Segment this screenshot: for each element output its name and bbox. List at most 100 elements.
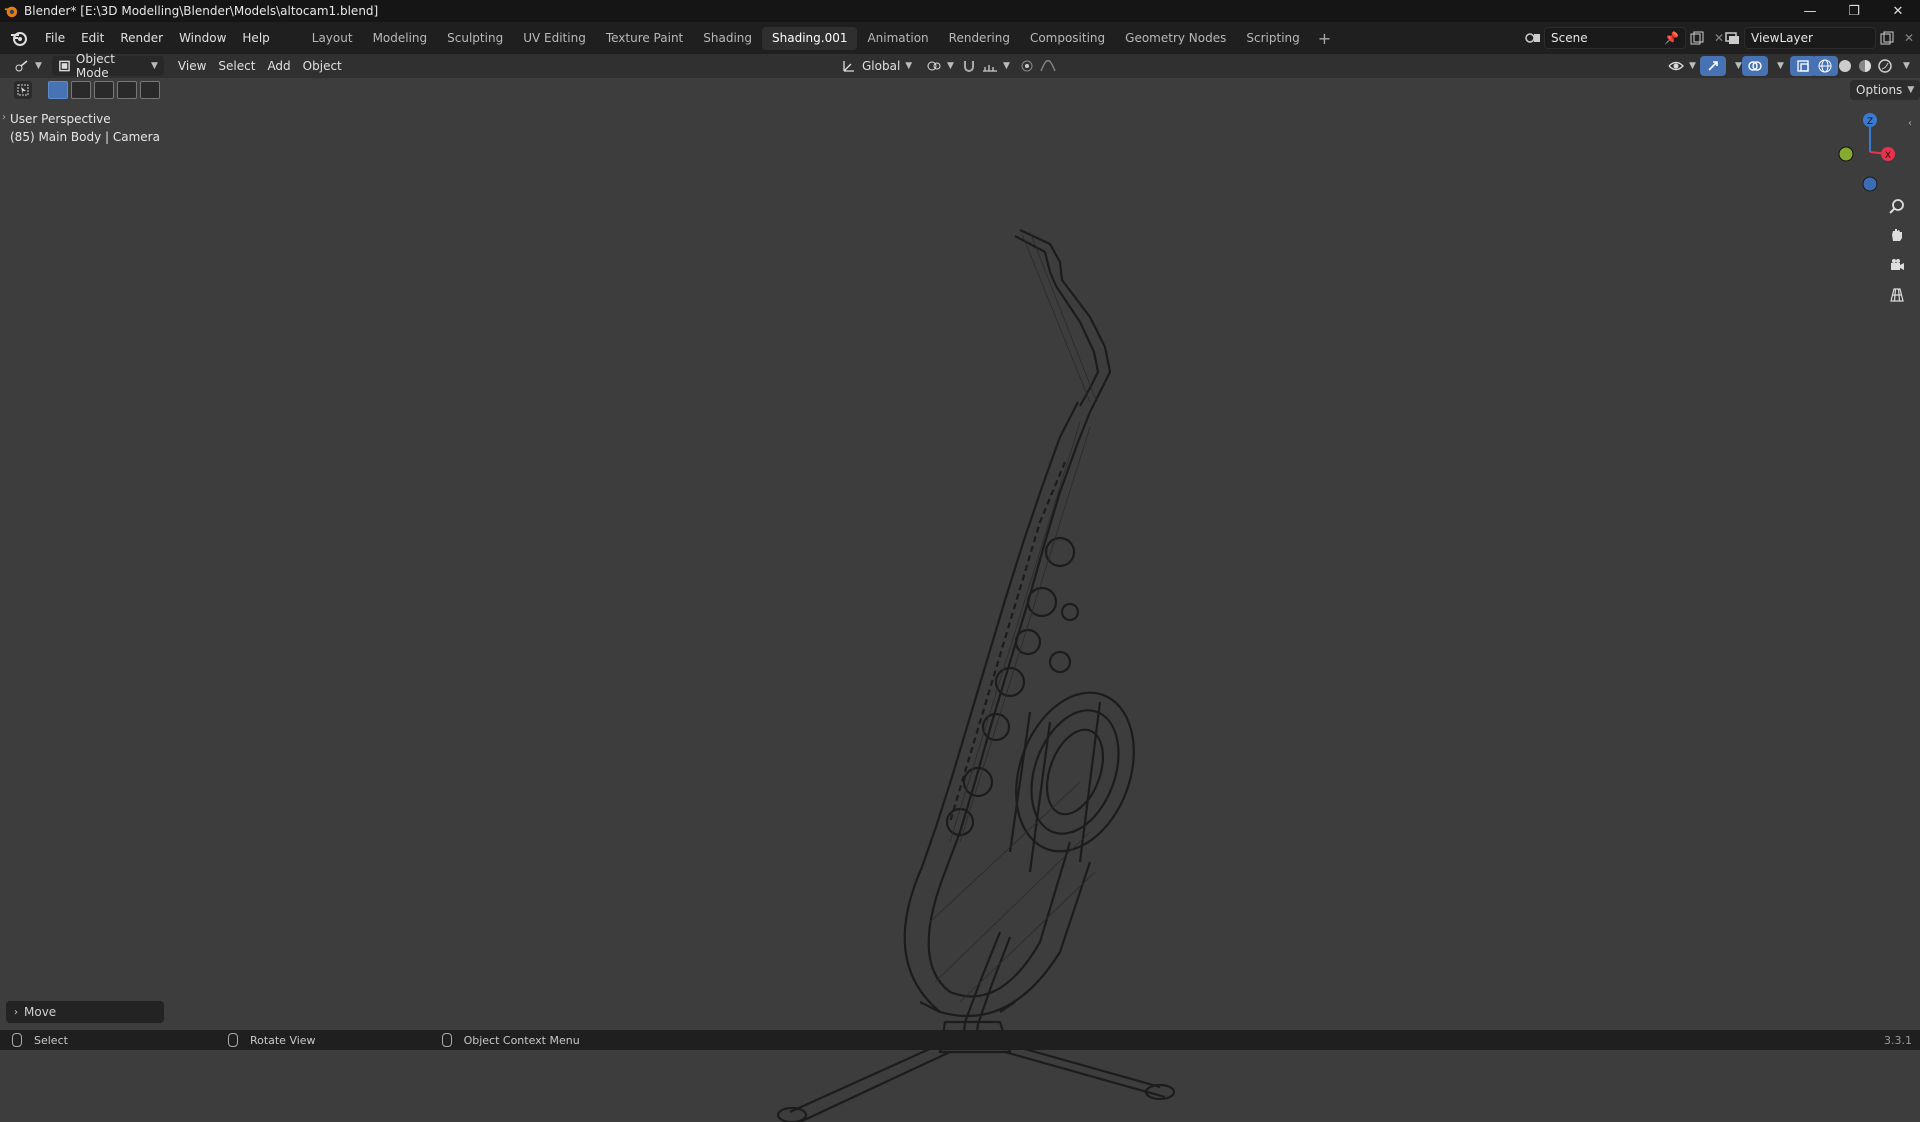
menu-view[interactable]: View xyxy=(172,56,212,76)
chevron-down-icon: ▼ xyxy=(1735,61,1742,71)
visibility-button[interactable]: ▼ xyxy=(1662,56,1702,76)
select-tool-button[interactable] xyxy=(14,81,32,99)
grid-ortho-icon xyxy=(1890,288,1904,302)
menu-help[interactable]: Help xyxy=(234,28,277,48)
scene-name: Scene xyxy=(1551,31,1588,45)
editor-type-button[interactable]: ▼ xyxy=(8,56,48,76)
snap-target-button[interactable]: ▼ xyxy=(976,56,1016,76)
options-dropdown[interactable]: Options ▼ xyxy=(1850,80,1920,100)
rendered-sphere-icon xyxy=(1878,59,1892,73)
camera-view-button[interactable] xyxy=(1884,252,1910,278)
top-bar: File Edit Render Window Help Layout Mode… xyxy=(0,22,1920,54)
tab-shading[interactable]: Shading xyxy=(693,27,762,50)
pin-icon[interactable]: 📌 xyxy=(1664,31,1679,45)
eye-icon xyxy=(1668,61,1684,71)
status-select: Select xyxy=(12,1033,68,1047)
overlays-toggle[interactable] xyxy=(1742,56,1768,76)
menu-edit[interactable]: Edit xyxy=(73,28,112,48)
sidebar-toggle-icon[interactable]: ‹ xyxy=(1908,118,1912,129)
orientation-icon xyxy=(843,61,854,72)
select-mode-intersect-button[interactable] xyxy=(140,81,160,99)
menu-window[interactable]: Window xyxy=(171,28,234,48)
chevron-down-icon: ▼ xyxy=(1907,85,1915,95)
last-operator-panel[interactable]: › Move xyxy=(6,1001,164,1023)
status-rotate-label: Rotate View xyxy=(249,1033,316,1047)
workspace-tabs: Layout Modeling Sculpting UV Editing Tex… xyxy=(302,26,1339,50)
toolbar-toggle-icon[interactable]: › xyxy=(2,112,6,123)
viewlayer-browse-icon[interactable] xyxy=(1722,28,1744,48)
menu-select[interactable]: Select xyxy=(212,56,261,76)
minimize-button[interactable]: — xyxy=(1788,0,1832,22)
tab-uv-editing[interactable]: UV Editing xyxy=(513,27,596,50)
tab-animation[interactable]: Animation xyxy=(857,27,938,50)
xray-icon xyxy=(1797,60,1809,72)
ortho-toggle-button[interactable] xyxy=(1884,282,1910,308)
gizmo-toggle[interactable] xyxy=(1700,56,1726,76)
scene-browse-icon[interactable] xyxy=(1522,28,1544,48)
scene-name-field[interactable]: Scene 📌 xyxy=(1544,27,1686,49)
add-workspace-button[interactable]: + xyxy=(1310,27,1339,50)
delete-viewlayer-icon[interactable]: ✕ xyxy=(1898,28,1920,48)
zoom-icon xyxy=(1889,199,1904,214)
falloff-curve-icon xyxy=(1040,60,1056,72)
object-info-label: (85) Main Body | Camera xyxy=(10,130,160,144)
proportional-falloff-button[interactable] xyxy=(1034,56,1062,76)
pivot-icon xyxy=(927,61,941,71)
axis-x-label: X xyxy=(1885,151,1891,161)
restore-button[interactable]: ❐ xyxy=(1832,0,1876,22)
tab-geometry-nodes[interactable]: Geometry Nodes xyxy=(1115,27,1236,50)
menu-object[interactable]: Object xyxy=(297,56,348,76)
pan-hand-icon xyxy=(1892,229,1902,241)
tab-sculpting[interactable]: Sculpting xyxy=(437,27,513,50)
tab-shading-001[interactable]: Shading.001 xyxy=(762,26,858,50)
select-mode-subtract-button[interactable] xyxy=(94,81,114,99)
select-mode-extend-button[interactable] xyxy=(71,81,91,99)
chevron-right-icon: › xyxy=(14,1006,18,1018)
wireframe-sphere-icon xyxy=(1818,59,1832,73)
viewport-info: User Perspective (85) Main Body | Camera xyxy=(10,110,160,146)
overlays-icon xyxy=(1748,61,1762,71)
blender-logo-icon xyxy=(4,6,18,18)
status-rotate-view: Rotate View xyxy=(227,1033,316,1047)
tab-layout[interactable]: Layout xyxy=(302,27,363,50)
saxophone-wireframe-model[interactable] xyxy=(760,222,1180,1122)
tab-texture-paint[interactable]: Texture Paint xyxy=(596,27,693,50)
navigation-gizmo[interactable]: Z X xyxy=(1830,104,1900,194)
mouse-middle-icon xyxy=(227,1033,238,1047)
chevron-down-icon: ▼ xyxy=(1903,61,1910,71)
object-mode-dropdown[interactable]: Object Mode ▼ xyxy=(51,52,164,80)
tab-scripting[interactable]: Scripting xyxy=(1236,27,1309,50)
viewlayer-name-field[interactable]: ViewLayer xyxy=(1744,27,1876,49)
solid-sphere-icon xyxy=(1839,60,1851,72)
chevron-down-icon: ▼ xyxy=(947,61,954,71)
chevron-down-icon: ▼ xyxy=(151,61,158,71)
chevron-down-icon: ▼ xyxy=(1777,61,1784,71)
tab-modeling[interactable]: Modeling xyxy=(363,27,438,50)
3d-viewport[interactable]: Z X xyxy=(0,102,1920,1122)
window-titlebar: Blender* [E:\3D Modelling\Blender\Models… xyxy=(0,0,1920,22)
tab-compositing[interactable]: Compositing xyxy=(1020,27,1115,50)
blender-menu-icon[interactable] xyxy=(9,28,29,48)
close-button[interactable]: ✕ xyxy=(1876,0,1920,22)
overlays-dropdown[interactable]: ▼ xyxy=(1766,56,1790,76)
menu-add[interactable]: Add xyxy=(261,56,296,76)
select-mode-new-button[interactable] xyxy=(48,81,68,99)
shading-dropdown[interactable]: ▼ xyxy=(1892,56,1916,76)
viewlayer-selector: ViewLayer ✕ xyxy=(1722,27,1920,49)
pivot-point-button[interactable]: ▼ xyxy=(920,56,960,76)
chevron-down-icon: ▼ xyxy=(1003,61,1010,71)
transform-orientation-dropdown[interactable]: Global ▼ xyxy=(836,56,918,76)
new-scene-icon[interactable] xyxy=(1686,28,1708,48)
tab-rendering[interactable]: Rendering xyxy=(939,27,1020,50)
object-mode-icon xyxy=(59,60,70,72)
scene-selector: Scene 📌 ✕ xyxy=(1522,27,1730,49)
menu-file[interactable]: File xyxy=(37,28,73,48)
zoom-button[interactable] xyxy=(1884,193,1910,219)
menu-render[interactable]: Render xyxy=(112,28,171,48)
pan-button[interactable] xyxy=(1884,222,1910,248)
axis-y-handle[interactable] xyxy=(1838,146,1854,162)
new-viewlayer-icon[interactable] xyxy=(1876,28,1898,48)
select-mode-invert-button[interactable] xyxy=(117,81,137,99)
magnet-icon xyxy=(964,61,974,72)
axis-neg-z-handle[interactable] xyxy=(1862,176,1878,192)
